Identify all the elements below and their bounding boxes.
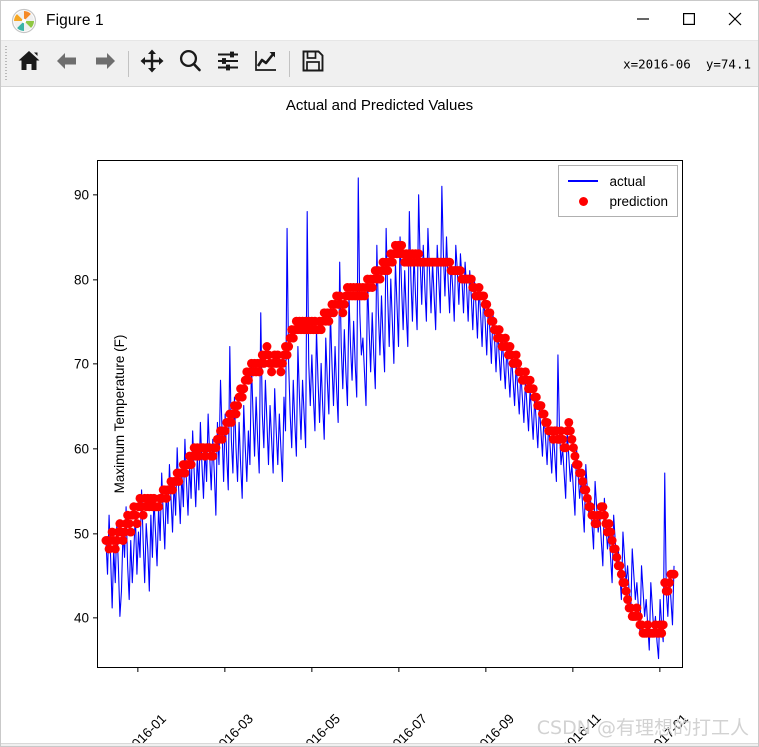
legend-line-swatch — [566, 180, 600, 182]
x-tick-mark — [485, 667, 487, 672]
legend-label-actual: actual — [609, 173, 646, 189]
y-tick-label: 40 — [73, 610, 89, 626]
x-tick-label: 2016-01 — [123, 711, 170, 746]
legend-label-prediction: prediction — [609, 193, 668, 209]
y-tick-label: 50 — [73, 526, 89, 542]
home-icon — [16, 48, 42, 79]
x-tick-mark — [224, 667, 226, 672]
x-tick-label: 2016-07 — [384, 711, 431, 746]
legend-item-prediction: prediction — [566, 191, 668, 211]
window-bottom-edge — [1, 743, 758, 746]
save-button[interactable] — [294, 44, 332, 84]
minimize-icon — [637, 12, 649, 30]
subplots-button[interactable] — [209, 44, 247, 84]
close-button[interactable] — [712, 1, 758, 41]
y-tick-label: 90 — [73, 187, 89, 203]
maximize-icon — [683, 12, 696, 30]
chart-legend[interactable]: actual prediction — [558, 165, 678, 217]
sliders-icon — [215, 48, 241, 79]
maximize-button[interactable] — [666, 1, 712, 41]
arrow-left-icon — [54, 48, 80, 79]
y-tick-label: 70 — [73, 356, 89, 372]
y-tick-mark — [93, 194, 98, 196]
forward-button[interactable] — [86, 44, 124, 84]
line-chart-icon — [253, 48, 279, 79]
y-axis-label: Maximum Temperature (F) — [111, 334, 127, 494]
navigation-toolbar: x=2016-06 y=74.1 — [1, 41, 758, 87]
x-tick-mark — [572, 667, 574, 672]
y-tick-label: 80 — [73, 272, 89, 288]
x-tick-label: 2016-05 — [297, 711, 344, 746]
x-tick-label: 2017-01 — [645, 711, 692, 746]
arrow-right-icon — [92, 48, 118, 79]
plot-series-layer — [101, 177, 679, 660]
x-tick-mark — [311, 667, 313, 672]
x-tick-mark — [137, 667, 139, 672]
toolbar-separator-2 — [289, 50, 290, 77]
window-controls — [620, 1, 758, 41]
pan-button[interactable] — [133, 44, 171, 84]
floppy-disk-icon — [300, 48, 326, 79]
x-tick-label: 2016-09 — [471, 711, 518, 746]
legend-item-actual: actual — [566, 171, 668, 191]
x-tick-mark — [398, 667, 400, 672]
y-tick-mark — [93, 448, 98, 450]
plot-axes[interactable]: Maximum Temperature (F) 40 50 60 70 80 90 201… — [74, 160, 691, 746]
window-title: Figure 1 — [46, 11, 104, 29]
coordinate-readout: x=2016-06 y=74.1 — [623, 56, 751, 71]
toolbar-drag-handle[interactable] — [3, 45, 10, 82]
back-button[interactable] — [48, 44, 86, 84]
home-button[interactable] — [10, 44, 48, 84]
page-title: Actual and Predicted Values — [285, 97, 474, 114]
window-titlebar: Figure 1 — [1, 1, 758, 41]
toolbar-separator-1 — [128, 50, 129, 77]
zoom-button[interactable] — [171, 44, 209, 84]
y-tick-mark — [93, 617, 98, 619]
x-tick-label: 2016-03 — [210, 711, 257, 746]
legend-dot-swatch — [566, 196, 600, 206]
customize-button[interactable] — [247, 44, 285, 84]
magnifier-icon — [177, 48, 203, 79]
y-tick-mark — [93, 278, 98, 281]
y-tick-mark — [93, 363, 98, 365]
figure-window: Figure 1 x=2016-06 y=74.1 Actual and Pre… — [0, 0, 759, 747]
close-icon — [728, 12, 742, 31]
move-icon — [139, 48, 165, 79]
y-tick-label: 60 — [73, 441, 89, 457]
matplotlib-logo-icon — [11, 8, 37, 34]
x-tick-label: 2016-11 — [558, 710, 604, 746]
x-tick-mark — [659, 667, 661, 672]
y-tick-mark — [93, 532, 98, 535]
minimize-button[interactable] — [620, 1, 666, 41]
figure-canvas[interactable]: Actual and Predicted Values Maximum Temp… — [1, 87, 758, 746]
